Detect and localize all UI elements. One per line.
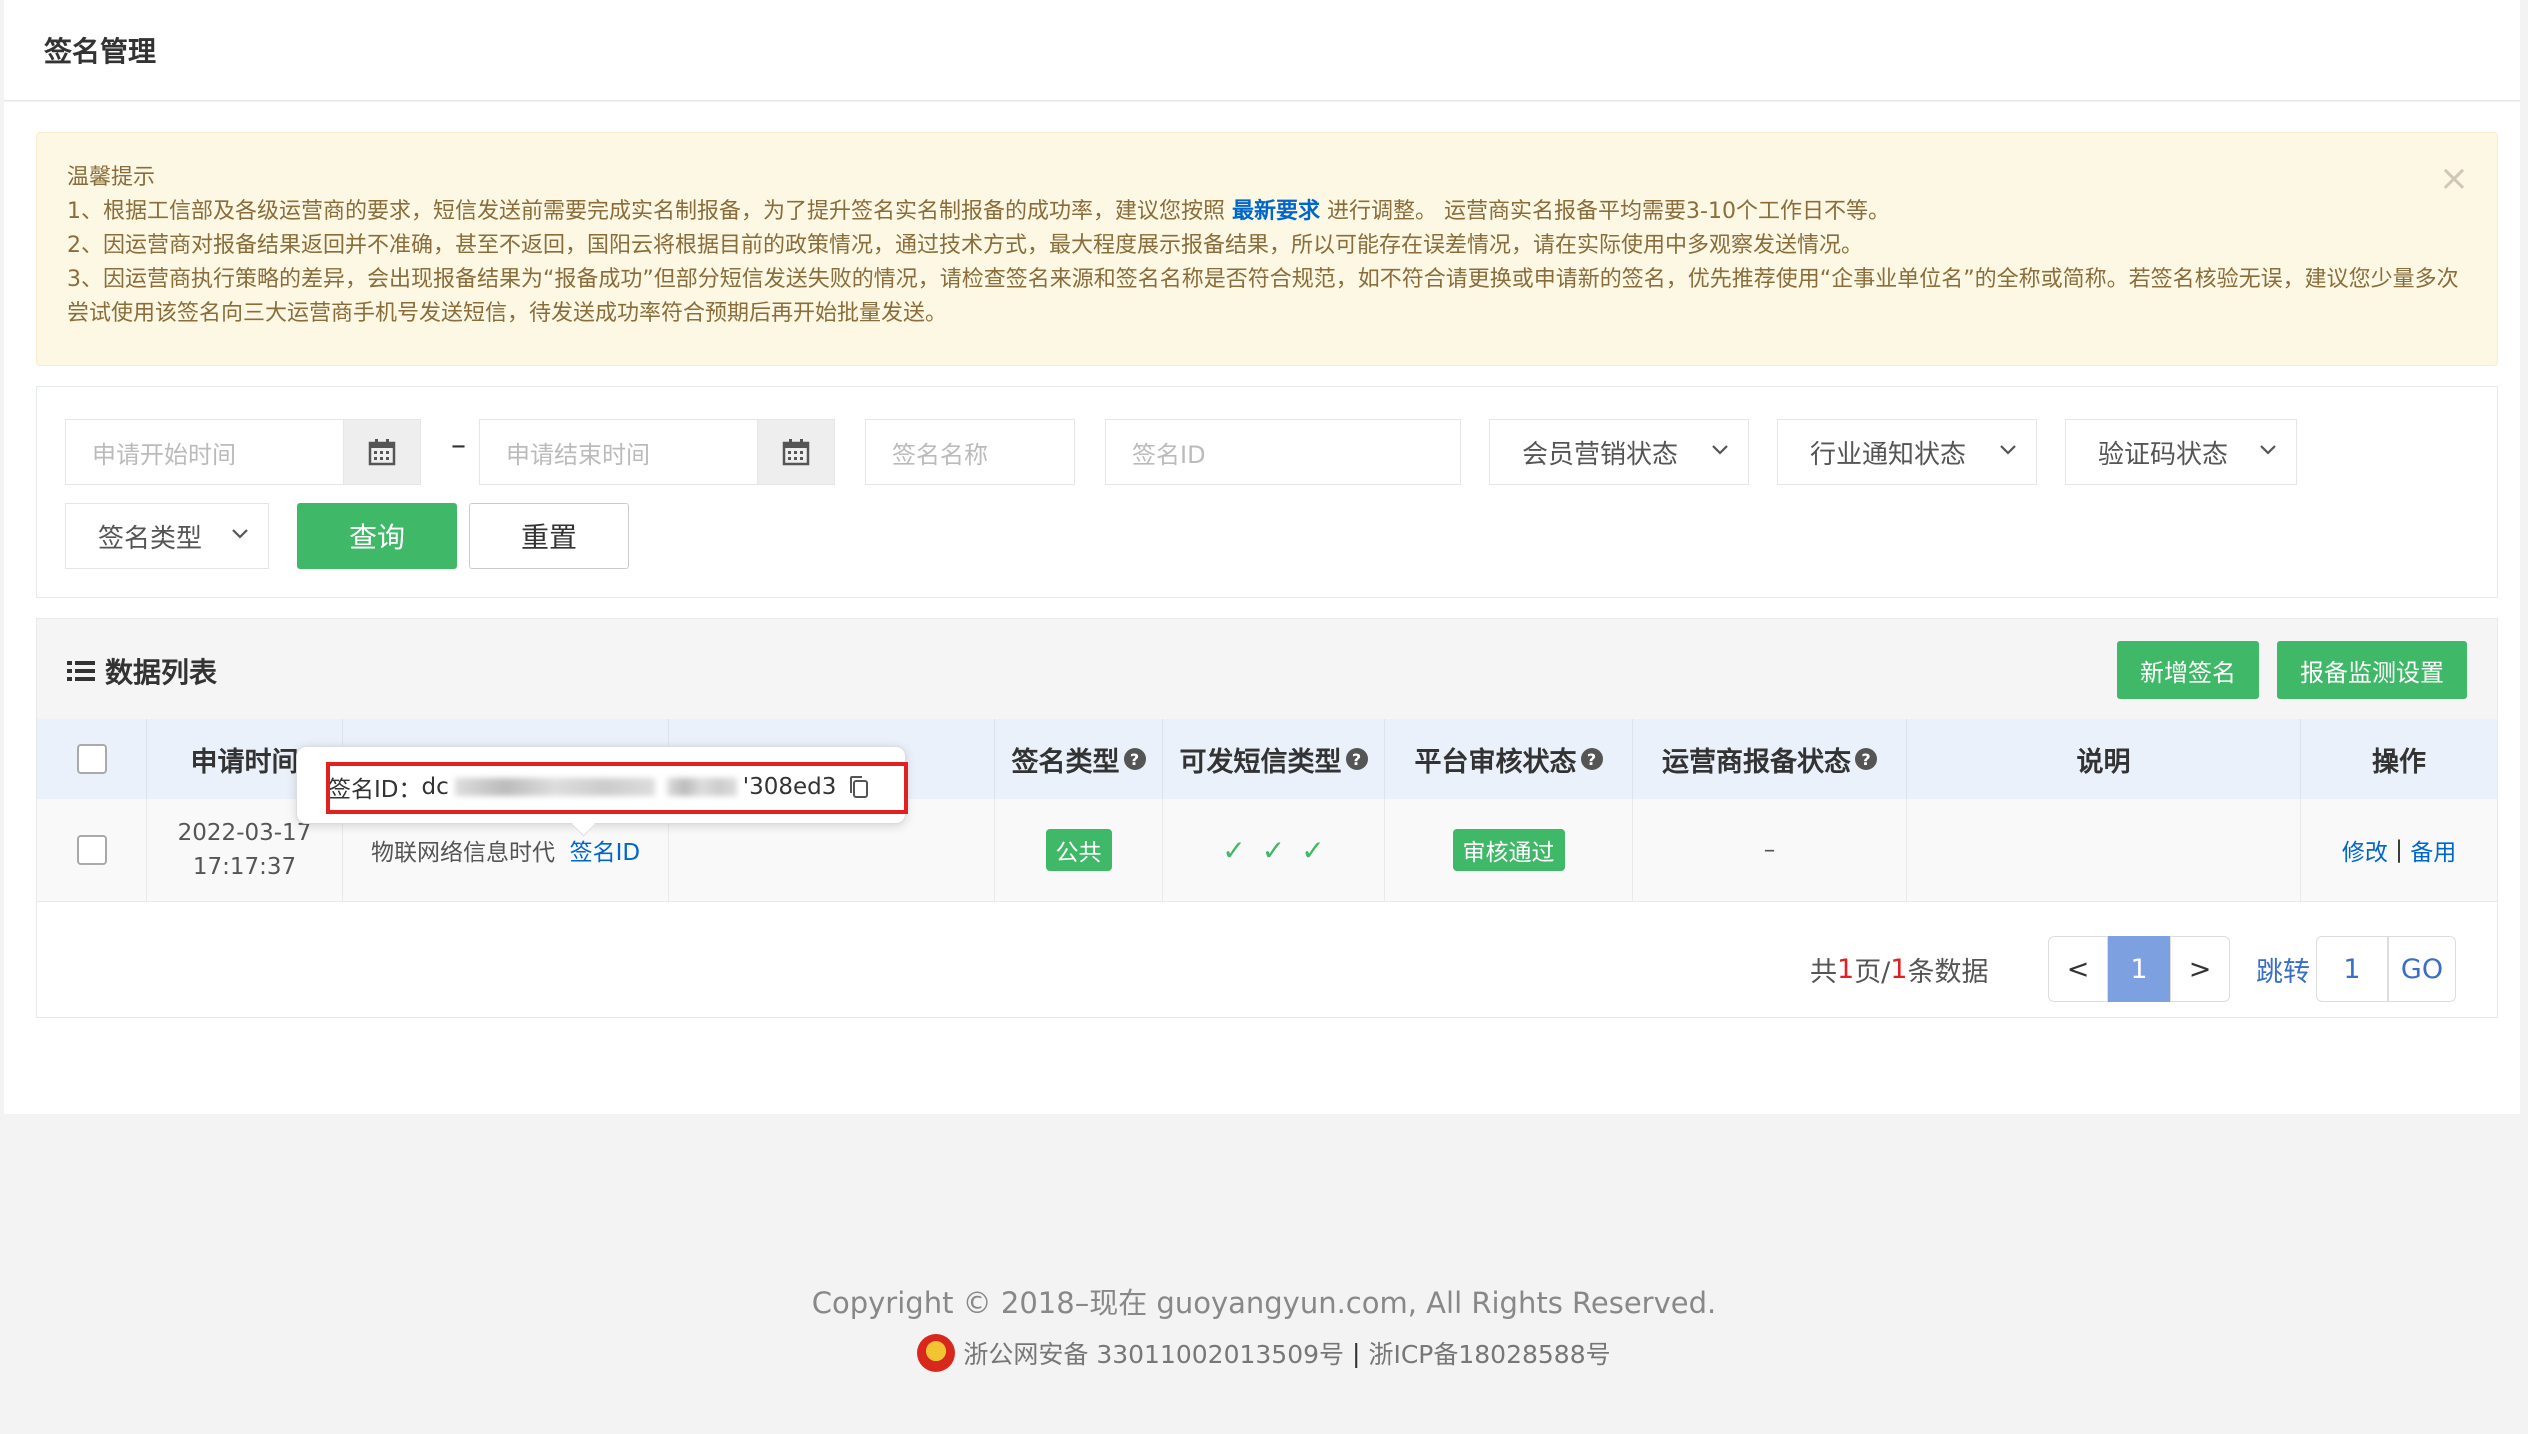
end-date-input[interactable]: 申请结束时间 [479, 419, 835, 485]
filter-panel: 申请开始时间 申请结束时间 签名名称 签名ID 会员营销状态 行业通知状态 验证… [36, 386, 2498, 598]
ops-separator: | [2395, 837, 2403, 863]
col-sign-type: 签名类型? [995, 719, 1163, 799]
carrier-status-cell: – [1633, 799, 1907, 901]
end-date-placeholder: 申请结束时间 [506, 440, 650, 469]
select-all-checkbox[interactable] [76, 744, 107, 774]
col-carrier-status: 运营商报备状态? [1633, 719, 1907, 799]
sign-id-link[interactable]: 签名ID [570, 833, 641, 867]
apply-date: 2022-03-17 [177, 820, 312, 846]
close-icon[interactable]: × [2439, 161, 2469, 197]
operations-cell: 修改 | 备用 [2301, 799, 2497, 901]
check-icon: ✓ [1301, 833, 1325, 867]
col-carrier-status-label: 运营商报备状态 [1662, 746, 1851, 778]
police-record[interactable]: 浙公网安备 33011002013509号 [963, 1335, 1344, 1371]
platform-status-badge: 审核通过 [1452, 829, 1565, 871]
edit-link[interactable]: 修改 [2342, 833, 2388, 867]
platform-status-cell: 审核通过 [1385, 799, 1633, 901]
chevron-down-icon [232, 529, 248, 539]
backup-link[interactable]: 备用 [2410, 833, 2456, 867]
col-operations: 操作 [2372, 746, 2426, 778]
col-platform-status: 平台审核状态? [1385, 719, 1633, 799]
verify-code-status-value: 验证码状态 [2098, 439, 2229, 470]
footer-records: 浙公网安备 33011002013509号 | 浙ICP备18028588号 [0, 1334, 2528, 1372]
member-marketing-status-select[interactable]: 会员营销状态 [1489, 419, 1749, 485]
highlight-box [326, 762, 908, 814]
notice-line-1-text: 1、根据工信部及各级运营商的要求，短信发送前需要完成实名制报备，为了提升签名实名… [67, 199, 1226, 224]
copyright-text: Copyright © 2018–现在 guoyangyun.com, All … [811, 1286, 1717, 1320]
list-title: 数据列表 [67, 651, 217, 691]
chevron-down-icon [1712, 445, 1728, 455]
date-range-dash: – [451, 428, 466, 463]
verify-code-status-select[interactable]: 验证码状态 [2065, 419, 2297, 485]
notice-alert: 温馨提示 1、根据工信部及各级运营商的要求，短信发送前需要完成实名制报备，为了提… [36, 132, 2498, 366]
check-icon: ✓ [1261, 833, 1286, 867]
industry-notice-status-select[interactable]: 行业通知状态 [1777, 419, 2037, 485]
summary-prefix: 共 [1810, 957, 1837, 988]
total-items: 1 [1890, 954, 1908, 985]
col-sms-type-label: 可发短信类型 [1179, 746, 1342, 778]
sms-type-cell: ✓ ✓ ✓ [1163, 799, 1385, 901]
notice-title: 温馨提示 [67, 165, 156, 190]
latest-requirements-link[interactable]: 最新要求 [1232, 199, 1320, 224]
row-checkbox[interactable] [76, 835, 107, 865]
sign-id-placeholder: 签名ID [1132, 440, 1206, 469]
notice-line-1: 1、根据工信部及各级运营商的要求，短信发送前需要完成实名制报备，为了提升签名实名… [67, 195, 2467, 229]
reset-button[interactable]: 重置 [469, 503, 629, 569]
page: 签名管理 温馨提示 1、根据工信部及各级运营商的要求，短信发送前需要完成实名制报… [0, 0, 2528, 1434]
chevron-down-icon [2260, 445, 2276, 455]
chevron-down-icon [2000, 445, 2016, 455]
prev-page-button[interactable]: < [2048, 936, 2108, 1002]
sign-id-input[interactable]: 签名ID [1105, 419, 1461, 485]
page-title: 签名管理 [44, 35, 157, 68]
query-button[interactable]: 查询 [297, 503, 457, 569]
industry-notice-status-value: 行业通知状态 [1810, 439, 1967, 470]
list-header: 数据列表 新增签名 报备监测设置 [37, 619, 2497, 720]
sign-name: 物联网络信息时代 [370, 840, 555, 866]
list-icon [67, 661, 95, 681]
go-button[interactable]: GO [2388, 936, 2456, 1002]
start-date-input[interactable]: 申请开始时间 [65, 419, 421, 485]
sign-name-input[interactable]: 签名名称 [865, 419, 1075, 485]
sign-type-cell: 公共 [995, 799, 1163, 901]
jump-page-input[interactable]: 1 [2316, 936, 2388, 1002]
calendar-icon[interactable] [757, 420, 834, 484]
description-cell [1907, 799, 2301, 901]
row-select-cell [37, 799, 147, 901]
report-monitor-settings-button[interactable]: 报备监测设置 [2277, 641, 2467, 699]
sign-type-badge: 公共 [1045, 829, 1112, 871]
notice-line-3: 3、因运营商执行策略的差异，会出现报备结果为“报备成功”但部分短信发送失败的情况… [67, 267, 2459, 326]
next-page-button[interactable]: > [2170, 936, 2230, 1002]
jump-label: 跳转 [2256, 957, 2310, 988]
footer-divider: | [1352, 1338, 1361, 1368]
col-sms-type: 可发短信类型? [1163, 719, 1385, 799]
col-description: 说明 [1907, 719, 2301, 799]
icp-record[interactable]: 浙ICP备18028588号 [1368, 1335, 1610, 1371]
member-marketing-status-value: 会员营销状态 [1522, 439, 1679, 470]
calendar-icon[interactable] [343, 420, 420, 484]
sign-type-select[interactable]: 签名类型 [65, 503, 269, 569]
page-1-button[interactable]: 1 [2108, 936, 2170, 1002]
police-badge-icon [917, 1334, 956, 1372]
summary-suffix: 条数据 [1907, 957, 1989, 988]
help-icon[interactable]: ? [1123, 748, 1146, 770]
select-all-cell [37, 719, 147, 799]
check-icon: ✓ [1222, 833, 1246, 867]
help-icon[interactable]: ? [1345, 748, 1368, 770]
start-date-placeholder: 申请开始时间 [92, 440, 236, 469]
help-icon[interactable]: ? [1580, 748, 1603, 770]
summary-middle: 页/ [1854, 957, 1891, 988]
notice-line-2: 2、因运营商对报备结果返回并不准确，甚至不返回，国阳云将根据目前的政策情况，通过… [67, 233, 1864, 258]
sign-name-placeholder: 签名名称 [892, 440, 988, 469]
page-header: 签名管理 [4, 0, 2520, 101]
notice-line-1-tail: 进行调整。 运营商实名报备平均需要3-10个工作日不等。 [1327, 199, 1890, 224]
help-icon[interactable]: ? [1855, 748, 1877, 770]
col-platform-status-label: 平台审核状态 [1414, 746, 1577, 778]
add-sign-button[interactable]: 新增签名 [2117, 641, 2259, 699]
pagination-summary: 共 1 页/1 条数据 [1810, 950, 1988, 989]
apply-time: 17:17:37 [192, 854, 297, 880]
total-pages: 1 [1837, 954, 1855, 985]
list-title-text: 数据列表 [105, 656, 218, 689]
col-sign-type-label: 签名类型 [1011, 746, 1120, 778]
sign-type-value: 签名类型 [98, 523, 203, 554]
